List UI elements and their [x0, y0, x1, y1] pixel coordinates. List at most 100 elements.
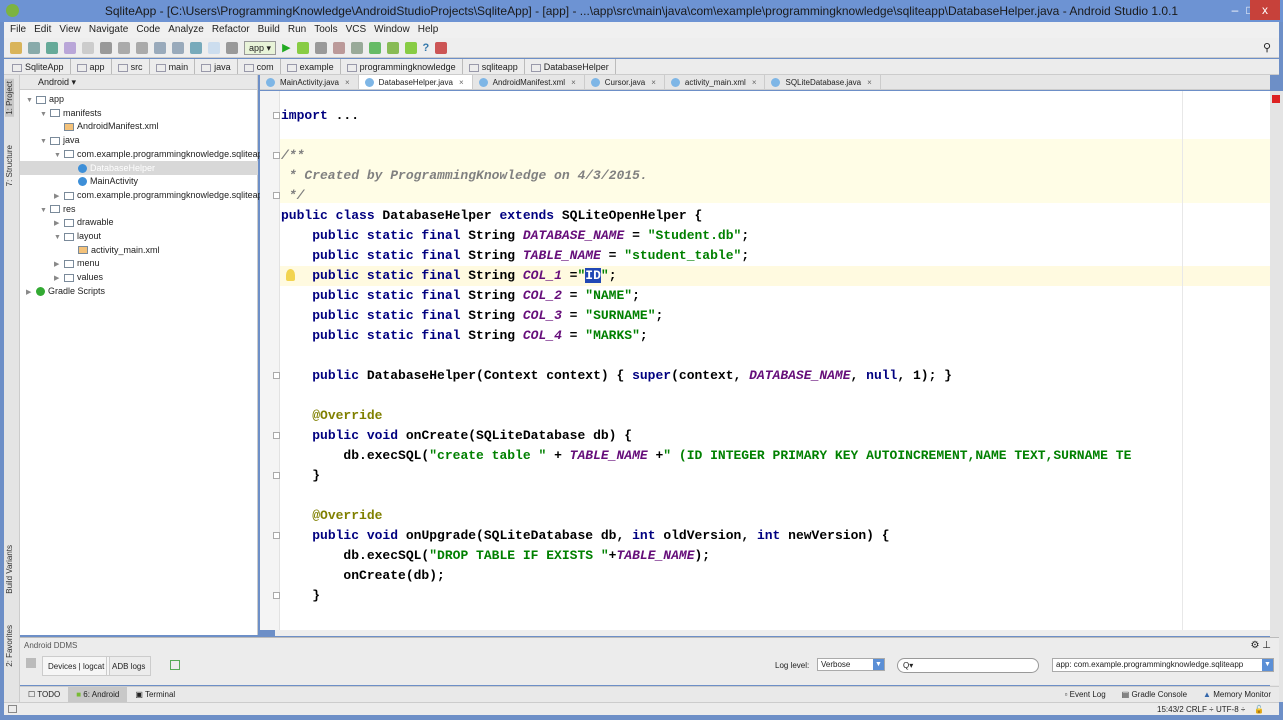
breadcrumb-item[interactable]: main	[154, 59, 196, 74]
close-button[interactable]: x	[1250, 0, 1280, 20]
redo-icon[interactable]	[82, 41, 94, 54]
menu-code[interactable]: Code	[136, 22, 160, 38]
menu-edit[interactable]: Edit	[34, 22, 51, 38]
menu-window[interactable]: Window	[374, 22, 410, 38]
close-tab-icon[interactable]: ×	[867, 78, 872, 87]
close-tab-icon[interactable]: ×	[651, 78, 656, 87]
tab-sqlitedatabase-java[interactable]: SQLiteDatabase.java ×	[765, 75, 881, 89]
devices-logcat-tab[interactable]: Devices | logcat	[42, 656, 111, 676]
help-icon[interactable]: ?	[423, 42, 430, 54]
fold-marker-icon[interactable]	[273, 112, 280, 119]
run-config-select[interactable]: app ▾	[244, 40, 277, 55]
build-variants-tool-tab[interactable]: Build Variants	[5, 545, 14, 594]
tree-node-res[interactable]: ▼ res	[20, 202, 76, 216]
debug-icon[interactable]	[296, 41, 309, 54]
tree-node-drawable[interactable]: ▶ drawable	[20, 215, 114, 229]
close-tab-icon[interactable]: ×	[345, 78, 350, 87]
breadcrumb-item[interactable]: SqliteApp	[10, 59, 71, 74]
tree-node-androidmanifest-xml[interactable]: AndroidManifest.xml	[20, 119, 159, 133]
back-icon[interactable]	[190, 41, 202, 54]
tree-node-com-example-programmingknowledge-sqliteapp[interactable]: ▼ com.example.programmingknowledge.sqlite…	[20, 147, 268, 161]
breadcrumb-item[interactable]: java	[199, 59, 238, 74]
open-icon[interactable]	[10, 41, 22, 54]
memory-monitor-tab[interactable]: ▲ Memory Monitor	[1195, 687, 1279, 702]
tree-node-layout[interactable]: ▼ layout	[20, 229, 101, 243]
tree-node-activity-main-xml[interactable]: activity_main.xml	[20, 243, 160, 257]
sync-icon[interactable]	[46, 41, 58, 54]
screenshot-icon[interactable]	[26, 658, 36, 668]
undo-icon[interactable]	[64, 41, 76, 54]
android-tab[interactable]: ■ 6: Android	[68, 687, 128, 702]
file-encoding[interactable]: UTF-8 ÷	[1216, 703, 1245, 716]
breadcrumb-item[interactable]: src	[116, 59, 150, 74]
make-icon[interactable]	[226, 41, 238, 54]
tree-node-menu[interactable]: ▶ menu	[20, 256, 100, 270]
lock-icon[interactable]: 🔓	[1254, 703, 1264, 716]
settings-icon[interactable]: ⚙ ⊥	[1251, 640, 1271, 651]
menu-refactor[interactable]: Refactor	[212, 22, 250, 38]
attach-debugger-icon[interactable]	[314, 41, 327, 54]
log-level-select[interactable]: Verbose ▼	[817, 658, 885, 671]
code-editor[interactable]: import ... /** * Created by ProgrammingKn…	[260, 91, 1270, 630]
tree-node-mainactivity[interactable]: MainActivity	[20, 174, 138, 188]
copy-icon[interactable]	[118, 41, 130, 54]
close-tab-icon[interactable]: ×	[752, 78, 757, 87]
caret-position[interactable]: 15:43/2	[1157, 703, 1184, 716]
tree-node-databasehelper[interactable]: DatabaseHelper	[20, 160, 258, 175]
cut-icon[interactable]	[100, 41, 112, 54]
fold-marker-icon[interactable]	[273, 192, 280, 199]
tab-androidmanifest-xml[interactable]: AndroidManifest.xml ×	[473, 75, 585, 89]
fold-marker-icon[interactable]	[273, 372, 280, 379]
menu-vcs[interactable]: VCS	[346, 22, 367, 38]
menu-view[interactable]: View	[59, 22, 81, 38]
gradle-sync-icon[interactable]	[350, 41, 363, 54]
save-icon[interactable]	[28, 41, 40, 54]
find-icon[interactable]	[154, 41, 166, 54]
fold-marker-icon[interactable]	[273, 472, 280, 479]
tree-node-gradle[interactable]: ▶ Gradle Scripts	[20, 284, 105, 298]
menu-file[interactable]: File	[10, 22, 26, 38]
fold-marker-icon[interactable]	[273, 532, 280, 539]
fold-marker-icon[interactable]	[273, 432, 280, 439]
project-structure-icon[interactable]	[332, 41, 345, 54]
app-filter-select[interactable]: app: com.example.programmingknowledge.sq…	[1052, 658, 1274, 672]
replace-icon[interactable]	[172, 41, 184, 54]
breadcrumb-item[interactable]: programmingknowledge	[345, 59, 463, 74]
avd-manager-icon[interactable]	[368, 41, 381, 54]
tab-cursor-java[interactable]: Cursor.java ×	[585, 75, 665, 89]
todo-tab[interactable]: ☐ TODO	[20, 687, 68, 702]
menu-run[interactable]: Run	[288, 22, 306, 38]
android-device-monitor-icon[interactable]	[404, 41, 417, 54]
breadcrumb-item[interactable]: app	[75, 59, 112, 74]
expand-arrow-icon[interactable]: ▶	[26, 286, 36, 300]
structure-tool-tab[interactable]: 7: Structure	[5, 145, 14, 186]
tab-mainactivity-java[interactable]: MainActivity.java ×	[260, 75, 359, 89]
feedback-icon[interactable]	[435, 41, 448, 54]
menu-tools[interactable]: Tools	[314, 22, 337, 38]
terminal-tab[interactable]: ▣ Terminal	[127, 687, 183, 702]
event-log-tab[interactable]: ▫ Event Log	[1057, 687, 1114, 702]
search-everywhere-icon[interactable]: ⚲	[1263, 41, 1271, 54]
menu-analyze[interactable]: Analyze	[168, 22, 204, 38]
restore-layout-icon[interactable]	[170, 660, 180, 670]
tool-windows-toggle-icon[interactable]	[8, 705, 17, 713]
logcat-search-input[interactable]: Q▾	[897, 658, 1039, 673]
run-icon[interactable]: ▶	[282, 41, 290, 54]
breadcrumb-item[interactable]: DatabaseHelper	[529, 59, 616, 74]
menu-build[interactable]: Build	[258, 22, 280, 38]
line-separator[interactable]: CRLF ÷	[1186, 703, 1214, 716]
fold-marker-icon[interactable]	[273, 592, 280, 599]
tab-activity-main-xml[interactable]: activity_main.xml ×	[665, 75, 766, 89]
project-tool-tab[interactable]: 1: Project	[5, 79, 14, 117]
favorites-tool-tab[interactable]: 2: Favorites	[5, 625, 14, 667]
project-view-select[interactable]: Android	[38, 77, 69, 87]
gradle-console-tab[interactable]: ▤ Gradle Console	[1114, 687, 1195, 702]
close-tab-icon[interactable]: ×	[459, 78, 464, 87]
menu-help[interactable]: Help	[418, 22, 439, 38]
tab-databasehelper-java[interactable]: DatabaseHelper.java ×	[358, 75, 473, 89]
close-tab-icon[interactable]: ×	[571, 78, 576, 87]
horizontal-scrollbar[interactable]	[275, 630, 1270, 636]
breadcrumb-item[interactable]: com	[242, 59, 281, 74]
tree-node-app[interactable]: ▼ app	[20, 92, 64, 106]
adb-logs-tab[interactable]: ADB logs	[106, 656, 152, 676]
